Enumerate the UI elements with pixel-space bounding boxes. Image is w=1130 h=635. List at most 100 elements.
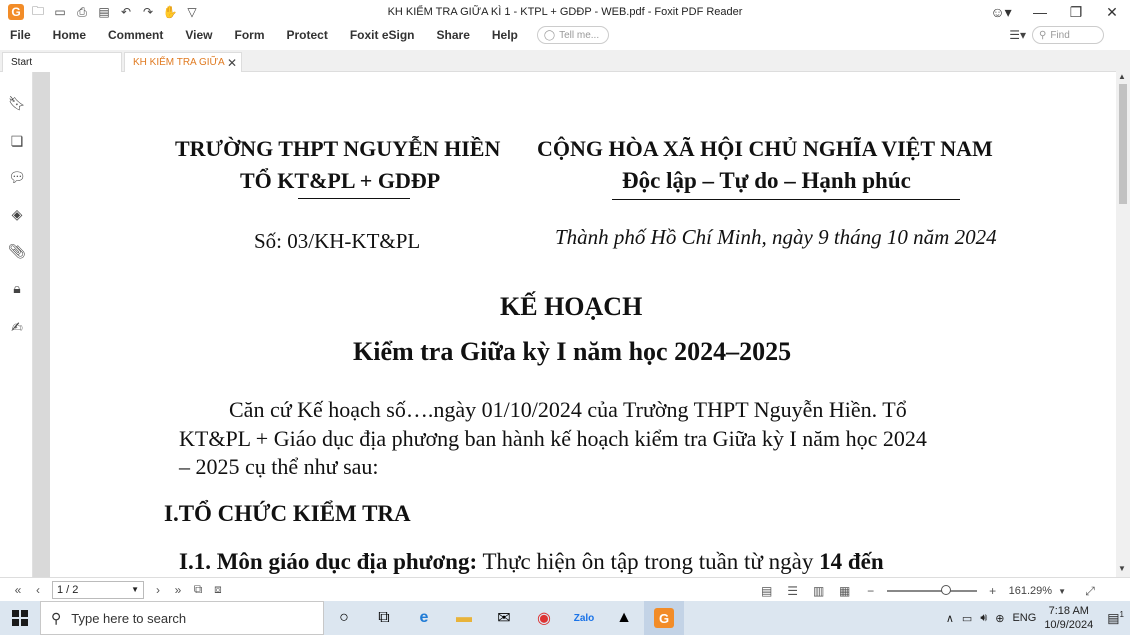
menu-form[interactable]: Form (224, 24, 276, 46)
item-1-line: I.1. Môn giáo dục địa phương: Thực hiện … (179, 549, 884, 575)
tab-start-label: Start (11, 57, 33, 68)
paragraph-line-2: KT&PL + Giáo dục địa phương ban hành kế … (179, 426, 927, 451)
menu-comment[interactable]: Comment (97, 24, 174, 46)
zoom-in-icon[interactable]: + (983, 581, 1003, 601)
mail-icon[interactable]: ✉ (484, 601, 524, 635)
restore-button[interactable]: ❐ (1058, 0, 1094, 24)
notification-center-icon[interactable]: ▤1 (1107, 610, 1124, 626)
security-icon[interactable]: 🔒︎ (8, 279, 26, 297)
section-1-heading: I.TỔ CHỨC KIỂM TRA (164, 501, 411, 526)
volume-icon[interactable]: 🔊︎ (980, 612, 987, 625)
page-number-field[interactable]: 1 / 2 ▼ (52, 580, 144, 599)
user-account-icon[interactable]: ☺▾ (986, 0, 1016, 24)
previous-view-icon[interactable]: ⧉ (188, 580, 208, 600)
bookmark-icon[interactable]: 🔖︎ (8, 94, 26, 112)
comments-icon[interactable]: 💬︎ (8, 168, 26, 186)
cortana-icon[interactable]: ○ (324, 601, 364, 635)
ribbon-mode-icon[interactable]: ☰▾ (1009, 28, 1026, 42)
zoom-out-icon[interactable]: − (861, 581, 881, 601)
single-page-icon[interactable]: ▤ (757, 581, 777, 601)
clock[interactable]: 7:18 AM 10/9/2024 (1044, 604, 1093, 632)
last-page-icon[interactable]: » (168, 580, 188, 600)
find-input[interactable]: ⚲ Find (1032, 26, 1104, 44)
search-icon: ⚲ (51, 609, 62, 626)
show-hidden-icons-icon[interactable]: ∧ (946, 612, 954, 625)
department-name: TỔ KT&PL + GDĐP (240, 168, 441, 193)
close-tab-icon[interactable]: ✕ (227, 53, 237, 73)
facing-page-icon[interactable]: ▥ (809, 581, 829, 601)
open-folder-icon[interactable]: 🗀 (30, 4, 46, 20)
next-page-icon[interactable]: › (148, 580, 168, 600)
menu-protect[interactable]: Protect (276, 24, 339, 46)
network-icon[interactable]: ⊕ (995, 612, 1004, 625)
lightbulb-icon: ◯ (543, 29, 556, 41)
notification-count: 1 (1119, 609, 1124, 619)
task-view-icon[interactable]: ⧉ (364, 601, 404, 635)
item-1-text: Thực hiện ôn tập trong tuần từ ngày (477, 549, 820, 574)
school-name: TRƯỜNG THPT NGUYỄN HIỀN (175, 136, 501, 161)
save-icon[interactable]: ▭ (52, 4, 68, 20)
motto-underline (612, 199, 960, 200)
taskbar-search-input[interactable]: ⚲ Type here to search (40, 601, 324, 635)
undo-icon[interactable]: ↶ (118, 4, 134, 20)
menu-share[interactable]: Share (426, 24, 481, 46)
document-viewport[interactable]: TRƯỜNG THPT NGUYỄN HIỀN TỔ KT&PL + GDĐP … (33, 72, 1116, 577)
windows-taskbar: ⚲ Type here to search ○ ⧉ e ▬ ✉ ◉ Zalo ▲… (0, 601, 1130, 635)
menu-bar: File Home Comment View Form Protect Foxi… (0, 24, 1130, 46)
system-tray: ∧ ▭ 🔊︎ ⊕ ENG 7:18 AM 10/9/2024 ▤1 (946, 601, 1130, 635)
plan-subheading: Kiểm tra Giữa kỳ I năm học 2024–2025 (353, 337, 792, 366)
close-window-button[interactable]: ✕ (1094, 0, 1130, 24)
start-button[interactable] (0, 601, 40, 635)
fullscreen-icon[interactable]: ⤢ (1080, 581, 1100, 601)
menu-file[interactable]: File (0, 24, 42, 46)
vertical-scrollbar[interactable]: ▲ ▼ (1116, 52, 1130, 577)
page-indicator: 1 / 2 (57, 583, 79, 596)
document-number: Số: 03/KH-KT&PL (254, 229, 421, 253)
tell-me-input[interactable]: ◯ Tell me... (536, 26, 609, 44)
scroll-up-icon[interactable]: ▲ (1118, 72, 1126, 81)
menu-help[interactable]: Help (481, 24, 529, 46)
input-language[interactable]: ENG (1012, 612, 1036, 624)
page-dropdown-icon[interactable]: ▼ (131, 585, 139, 594)
foxit-logo-icon[interactable]: G (8, 4, 24, 20)
item-1-label: I.1. Môn giáo dục địa phương: (179, 549, 478, 574)
menu-foxit-esign[interactable]: Foxit eSign (339, 24, 426, 46)
zoom-dropdown-icon[interactable]: ▼ (1058, 587, 1066, 596)
zoom-level[interactable]: 161.29% (1009, 585, 1052, 597)
minimize-button[interactable]: — (1022, 0, 1058, 24)
signature-icon[interactable]: ✍︎ (8, 318, 26, 336)
new-document-icon[interactable]: ▤ (96, 4, 112, 20)
continuous-facing-icon[interactable]: ▦ (835, 581, 855, 601)
zoom-slider[interactable] (886, 585, 977, 595)
hand-tool-icon[interactable]: ✋ (162, 4, 178, 20)
menu-home[interactable]: Home (42, 24, 97, 46)
tab-start[interactable]: Start (2, 52, 122, 72)
previous-page-icon[interactable]: ‹ (28, 580, 48, 600)
pages-icon[interactable]: ❏ (8, 132, 26, 150)
first-page-icon[interactable]: « (8, 580, 28, 600)
attachments-icon[interactable]: 📎︎ (8, 242, 26, 260)
photos-icon[interactable]: ▲ (604, 601, 644, 635)
layers-icon[interactable]: ◈ (8, 205, 26, 223)
motto: Độc lập – Tự do – Hạnh phúc (622, 168, 911, 193)
menu-view[interactable]: View (174, 24, 223, 46)
print-icon[interactable]: ⎙ (74, 4, 90, 20)
zalo-icon[interactable]: Zalo (564, 601, 604, 635)
zoom-slider-knob[interactable] (940, 585, 951, 595)
redo-icon[interactable]: ↷ (140, 4, 156, 20)
scrollbar-thumb[interactable] (1119, 84, 1127, 204)
scroll-down-icon[interactable]: ▼ (1118, 564, 1126, 573)
find-placeholder: Find (1050, 29, 1070, 41)
next-view-icon[interactable]: ⧈ (208, 580, 228, 600)
continuous-page-icon[interactable]: ☰ (783, 581, 803, 601)
edge-browser-icon[interactable]: e (404, 601, 444, 635)
tell-me-placeholder: Tell me... (559, 29, 600, 41)
foxit-reader-taskbar-icon[interactable]: G (644, 601, 684, 635)
clock-time: 7:18 AM (1048, 605, 1089, 617)
customize-dropdown-icon[interactable]: ▽ (184, 4, 200, 20)
chrome-icon[interactable]: ◉ (524, 601, 564, 635)
battery-icon[interactable]: ▭ (962, 612, 972, 625)
taskbar-search-placeholder: Type here to search (71, 610, 187, 626)
tab-document[interactable]: KH KIỂM TRA GIỮA K... ✕ (124, 52, 242, 88)
file-explorer-icon[interactable]: ▬ (444, 601, 484, 635)
